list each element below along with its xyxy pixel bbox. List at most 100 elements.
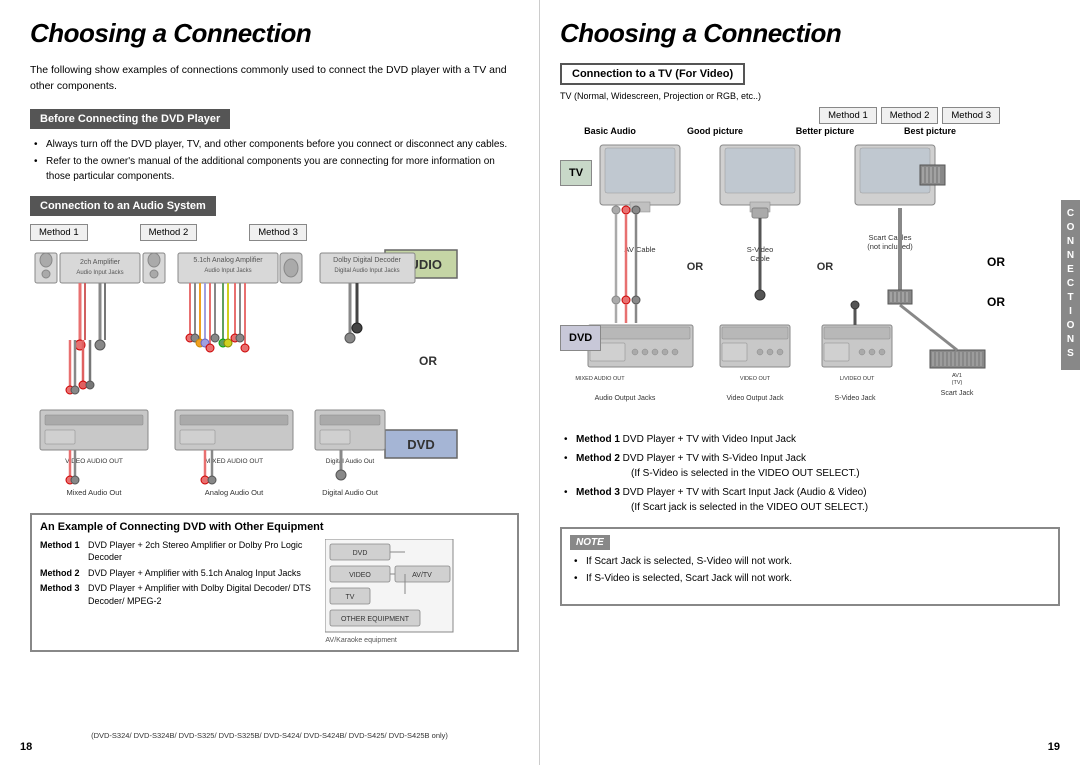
tv-method1: Method 1 DVD Player + TV with Video Inpu… xyxy=(564,432,1060,447)
col-headers: Basic Audio Good picture Better picture … xyxy=(560,126,1060,136)
method-item: Method 2 DVD Player + Amplifier with 5.1… xyxy=(40,567,315,580)
svg-text:Analog Audio Out: Analog Audio Out xyxy=(205,488,264,497)
tv-method3: Method 3 DVD Player + TV with Scart Inpu… xyxy=(564,485,1060,515)
tv-method2-num: Method 2 xyxy=(576,453,620,464)
method-text: DVD Player + Amplifier with Dolby Digita… xyxy=(88,582,315,607)
svg-text:Scart Jack: Scart Jack xyxy=(941,390,974,397)
diagram-caption: AV/Karaoke equipment xyxy=(325,637,509,644)
right-page: Choosing a Connection Connection to a TV… xyxy=(540,0,1080,765)
tv-method3-num: Method 3 xyxy=(576,487,620,498)
method2-label: Method 2 xyxy=(140,224,198,241)
col-best-picture: Best picture xyxy=(880,126,980,136)
tv-method2: Method 2 DVD Player + TV with S-Video In… xyxy=(564,451,1060,481)
before-connecting-list: Always turn off the DVD player, TV, and … xyxy=(30,137,519,184)
bullet-item: Always turn off the DVD player, TV, and … xyxy=(34,137,519,152)
right-method1: Method 1 xyxy=(819,107,877,124)
example-diagram-svg: DVD VIDEO TV AV/TV OTHER EQUIPMENT xyxy=(325,539,455,634)
before-connecting-header: Before Connecting the DVD Player xyxy=(30,109,230,129)
svg-text:OR: OR xyxy=(817,261,834,273)
col-basic-audio: Basic Audio xyxy=(560,126,660,136)
svg-text:Digital Audio Out: Digital Audio Out xyxy=(326,458,375,465)
note-list: If Scart Jack is selected, S-Video will … xyxy=(570,554,1050,586)
note-item2: If S-Video is selected, Scart Jack will … xyxy=(574,571,1050,586)
audio-system-section: Connection to an Audio System Method 1 M… xyxy=(30,196,519,505)
svg-text:MIXED AUDIO OUT: MIXED AUDIO OUT xyxy=(205,458,263,465)
tv-subtitle: TV (Normal, Widescreen, Projection or RG… xyxy=(560,91,1060,101)
svg-text:Digital Audio Out: Digital Audio Out xyxy=(322,488,379,497)
col-better-picture: Better picture xyxy=(770,126,880,136)
left-page-number: 18 xyxy=(20,741,32,753)
method-text: DVD Player + 2ch Stereo Amplifier or Dol… xyxy=(88,539,315,564)
method-label-row: Method 1 Method 2 Method 3 xyxy=(30,224,519,241)
svg-text:(TV): (TV) xyxy=(952,380,963,386)
right-method-labels-row: Method 1 Method 2 Method 3 xyxy=(560,107,1000,124)
right-page-number: 19 xyxy=(1048,741,1060,753)
svg-text:Video Output Jack: Video Output Jack xyxy=(726,395,784,402)
method-text: DVD Player + Amplifier with 5.1ch Analog… xyxy=(88,567,301,580)
svg-text:(not included): (not included) xyxy=(867,242,913,251)
copyright-text: (DVD-S324/ DVD-S324B/ DVD-S325/ DVD-S325… xyxy=(91,731,448,740)
svg-text:AV Cable: AV Cable xyxy=(624,245,655,254)
example-content: Method 1 DVD Player + 2ch Stereo Amplifi… xyxy=(40,539,509,644)
col-good-picture: Good picture xyxy=(660,126,770,136)
method-item: Method 3 DVD Player + Amplifier with Dol… xyxy=(40,582,315,607)
tv-section-header: Connection to a TV (For Video) xyxy=(560,63,745,85)
tv-method1-text: DVD Player + TV with Video Input Jack xyxy=(623,434,796,445)
svg-text:TV: TV xyxy=(346,594,355,601)
svg-text:DVD: DVD xyxy=(353,550,368,557)
method-num: Method 1 xyxy=(40,539,84,564)
method1-label: Method 1 xyxy=(30,224,88,241)
svg-text:2ch Amplifier: 2ch Amplifier xyxy=(80,259,121,266)
svg-text:Audio Input Jacks: Audio Input Jacks xyxy=(204,268,251,274)
example-diagram: DVD VIDEO TV AV/TV OTHER EQUIPMENT AV/Ka… xyxy=(325,539,509,644)
svg-text:AV/TV: AV/TV xyxy=(413,572,433,579)
tv-label: TV xyxy=(560,160,592,186)
svg-text:DVD: DVD xyxy=(407,437,434,452)
method-list: Method 1 DVD Player + 2ch Stereo Amplifi… xyxy=(40,539,315,611)
audio-connection-diagram: AUDIO 2ch Amplifier Audio Input Jacks 5.… xyxy=(30,245,470,505)
right-method3: Method 3 xyxy=(942,107,1000,124)
audio-system-header: Connection to an Audio System xyxy=(30,196,216,216)
note-box: NOTE If Scart Jack is selected, S-Video … xyxy=(560,527,1060,606)
tv-dvd-diagram: TV OR OR DVD xyxy=(560,140,1060,430)
svg-text:Mixed Audio Out: Mixed Audio Out xyxy=(66,488,122,497)
svg-text:VIDEO: VIDEO xyxy=(350,572,372,579)
svg-text:VIDEO OUT: VIDEO OUT xyxy=(740,376,771,382)
dvd-label: DVD xyxy=(560,325,601,351)
tv-section: Connection to a TV (For Video) TV (Norma… xyxy=(560,63,1060,606)
svg-text:5.1ch Analog Amplifier: 5.1ch Analog Amplifier xyxy=(193,257,263,264)
svg-text:MIXED AUDIO OUT: MIXED AUDIO OUT xyxy=(575,376,625,382)
svg-text:Dolby Digital Decoder: Dolby Digital Decoder xyxy=(333,257,401,264)
tv-box: TV xyxy=(560,160,592,186)
method-num: Method 3 xyxy=(40,582,84,607)
tv-method-list: Method 1 DVD Player + TV with Video Inpu… xyxy=(560,432,1060,515)
right-page-title: Choosing a Connection xyxy=(560,18,1060,49)
svg-text:Digital Audio Input Jacks: Digital Audio Input Jacks xyxy=(334,268,399,274)
right-method2: Method 2 xyxy=(881,107,939,124)
or-label-right: OR xyxy=(987,255,1005,269)
svg-text:OR: OR xyxy=(419,354,437,368)
bullet-item: Refer to the owner's manual of the addit… xyxy=(34,154,519,184)
method3-label: Method 3 xyxy=(249,224,307,241)
intro-text: The following show examples of connectio… xyxy=(30,63,510,95)
note-header: NOTE xyxy=(570,535,610,550)
connections-sidebar: CONNECTIONS xyxy=(1061,200,1080,370)
method-num: Method 2 xyxy=(40,567,84,580)
dvd-box: DVD xyxy=(560,325,601,351)
svg-text:Audio Output Jacks: Audio Output Jacks xyxy=(595,395,656,402)
method-item: Method 1 DVD Player + 2ch Stereo Amplifi… xyxy=(40,539,315,564)
note-item1: If Scart Jack is selected, S-Video will … xyxy=(574,554,1050,569)
tv-diagram-svg: AV Cable S-Video Cable Scart Cables (not… xyxy=(560,140,1020,430)
tv-method1-num: Method 1 xyxy=(576,434,620,445)
before-connecting-section: Before Connecting the DVD Player Always … xyxy=(30,109,519,184)
svg-text:L/VIDEO OUT: L/VIDEO OUT xyxy=(840,376,875,382)
audio-diagram-wrapper: AUDIO 2ch Amplifier Audio Input Jacks 5.… xyxy=(30,245,519,505)
tv-method3-text: DVD Player + TV with Scart Input Jack (A… xyxy=(576,487,868,513)
or-label-right2: OR xyxy=(987,295,1005,309)
svg-text:OR: OR xyxy=(687,261,704,273)
svg-text:AV1: AV1 xyxy=(952,373,962,379)
svg-text:Scart Cables: Scart Cables xyxy=(869,233,912,242)
example-header: An Example of Connecting DVD with Other … xyxy=(40,521,509,533)
left-page-title: Choosing a Connection xyxy=(30,18,519,49)
svg-text:OTHER EQUIPMENT: OTHER EQUIPMENT xyxy=(341,616,410,623)
